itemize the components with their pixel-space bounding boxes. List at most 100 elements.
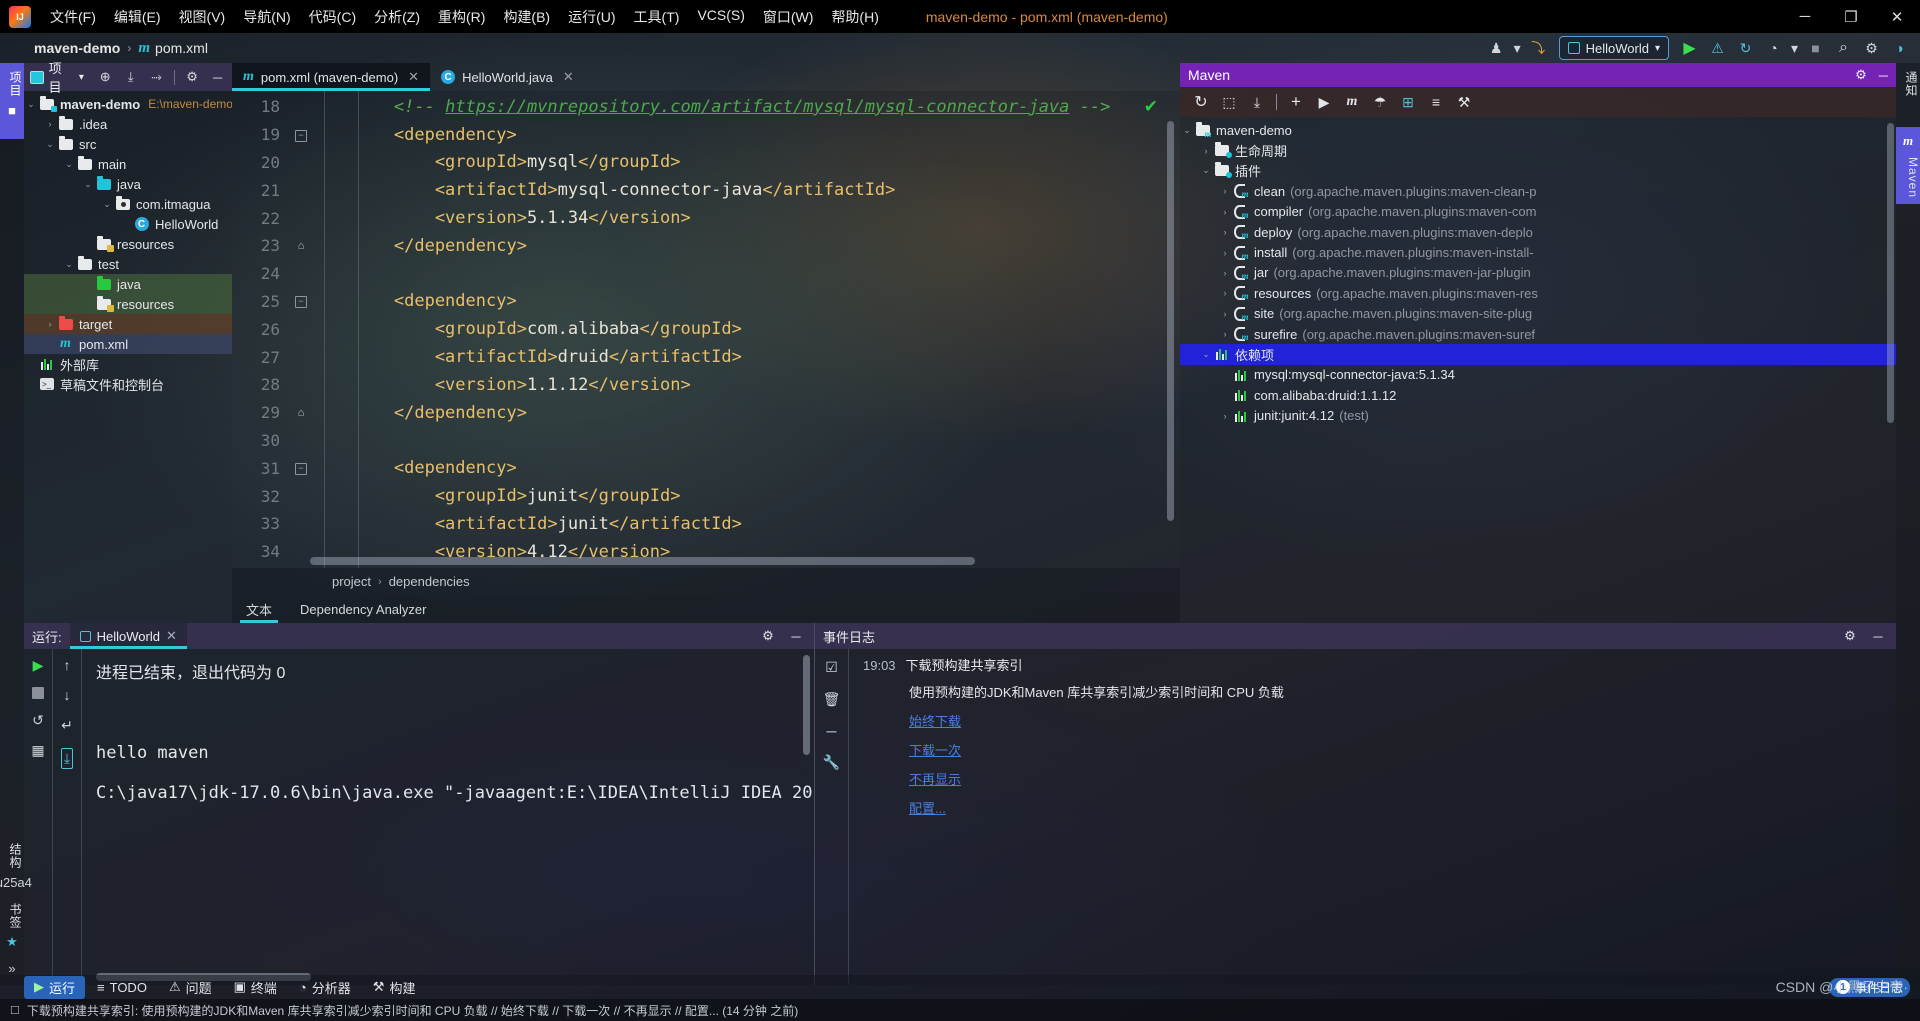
run-with-coverage-icon[interactable]: ↻ (1733, 36, 1758, 60)
menu-help[interactable]: 帮助(H) (822, 3, 887, 31)
tree-expand-arrow-icon[interactable]: › (1218, 411, 1232, 421)
rerun-failed-icon[interactable]: ↺ (32, 712, 44, 729)
menu-vcs[interactable]: VCS(S) (688, 3, 753, 31)
left-strip-structure-label[interactable]: 结构 (0, 835, 24, 869)
editor-tab-close-icon[interactable]: ✕ (408, 69, 419, 85)
right-strip-notifications-label[interactable]: 通知 (1896, 63, 1920, 97)
code-fold-icon[interactable]: − (290, 128, 312, 142)
maven-node-plugin-surefire[interactable]: › m surefire (org.apache.maven.plugins:mave… (1180, 324, 1896, 344)
tree-node-package[interactable]: ⌄ com.itmagua (24, 194, 232, 214)
menu-run[interactable]: 运行(U) (559, 3, 624, 31)
tree-expand-arrow-icon[interactable]: › (1218, 329, 1232, 339)
tree-node-maven-demo[interactable]: ⌄ maven-demo E:\maven-demo (24, 94, 232, 114)
right-strip-maven-section[interactable]: m Maven (1896, 127, 1920, 205)
tree-expand-arrow-icon[interactable]: › (1218, 227, 1232, 237)
editor-horizontal-scrollbar[interactable] (310, 557, 975, 565)
left-strip-project-section[interactable]: 项目 ■ (0, 63, 24, 139)
tree-node-helloworld[interactable]: C HelloWorld (24, 214, 232, 234)
breadcrumb-project[interactable]: maven-demo (34, 40, 120, 56)
tree-expand-arrow-icon[interactable]: › (1218, 268, 1232, 278)
tree-expand-arrow-icon[interactable]: › (1218, 248, 1232, 258)
tree-node-test-java[interactable]: java (24, 274, 232, 294)
maven-node-plugin-install[interactable]: › m install (org.apache.maven.plugins:maven… (1180, 242, 1896, 262)
maven-hide-icon[interactable]: ─ (1879, 68, 1888, 83)
menu-refactor[interactable]: 重构(R) (429, 3, 494, 31)
updates-icon[interactable]: ⤵ (1526, 36, 1551, 60)
close-button[interactable]: ✕ (1874, 0, 1920, 33)
maven-execute-goal-icon[interactable]: m (1339, 90, 1365, 114)
maven-node-dep-junit[interactable]: › junit:junit:4.12 (test) (1180, 405, 1896, 425)
maven-node-plugin-compiler[interactable]: › m compiler (org.apache.maven.plugins:mave… (1180, 202, 1896, 222)
menu-file[interactable]: 文件(F) (41, 3, 105, 31)
wrench-icon[interactable]: 🔧 (823, 754, 840, 771)
run-hide-icon[interactable]: ─ (786, 629, 806, 644)
tree-expand-arrow-icon[interactable]: ⌄ (43, 139, 57, 150)
maven-add-project-icon[interactable]: ⬚ (1216, 90, 1242, 114)
maven-download-sources-icon[interactable]: ⤓ (1244, 90, 1270, 114)
mark-all-read-icon[interactable]: ☑ (825, 659, 838, 676)
maven-reload-icon[interactable]: ↻ (1188, 90, 1214, 114)
maven-node-plugin-resources[interactable]: › m resources (org.apache.maven.plugins:mav… (1180, 283, 1896, 303)
code-fold-icon[interactable]: − (290, 461, 312, 476)
status-tab-run[interactable]: ▶ 运行 (24, 975, 86, 999)
stop-process-icon[interactable] (32, 687, 44, 699)
editor-tab-close-icon[interactable]: ✕ (563, 69, 574, 85)
account-icon[interactable]: ♟ (1484, 36, 1509, 60)
project-settings-gear-icon[interactable]: ⚙ (184, 69, 201, 85)
editor-bottom-tab-text[interactable]: 文本 (232, 595, 286, 623)
breadcrumb-file[interactable]: pom.xml (155, 40, 208, 56)
tree-expand-arrow-icon[interactable]: ⌄ (100, 199, 114, 210)
maven-panel-resizer[interactable] (1180, 63, 1185, 623)
event-log-action-link[interactable]: 不再显示 (909, 769, 1896, 788)
inspection-status-icon[interactable]: ✔ (1144, 97, 1158, 117)
run-configuration-selector[interactable]: HelloWorld ▾ (1558, 36, 1669, 60)
status-tab-todo[interactable]: ≡ TODO (87, 976, 157, 999)
maven-node-dep-mysql[interactable]: mysql:mysql-connector-java:5.1.34 (1180, 365, 1896, 385)
code-editor[interactable]: 18 <!-- https://mvnrepository.com/artifa… (232, 91, 1180, 568)
code-fold-icon[interactable]: ⌂ (290, 239, 312, 252)
stop-icon[interactable]: ■ (1803, 36, 1828, 60)
code-fold-icon[interactable]: ⌂ (290, 406, 312, 419)
tree-expand-arrow-icon[interactable]: › (1199, 146, 1213, 156)
maven-settings-icon[interactable]: ⚒ (1451, 90, 1477, 114)
expand-all-icon[interactable]: ⤓ (122, 69, 139, 85)
tree-expand-arrow-icon[interactable]: ⌄ (62, 159, 76, 170)
project-hide-icon[interactable]: ─ (209, 70, 226, 85)
scroll-up-icon[interactable]: ↑ (64, 657, 71, 673)
editor-vertical-scrollbar[interactable] (1167, 121, 1174, 521)
tree-expand-arrow-icon[interactable]: › (1218, 207, 1232, 217)
tree-node-main-resources[interactable]: resources (24, 234, 232, 254)
profiler-icon[interactable]: ◔ (1761, 36, 1786, 60)
run-tab-close-icon[interactable]: ✕ (166, 628, 177, 644)
maven-node-project[interactable]: ⌄ m maven-demo (1180, 120, 1896, 140)
account-chevron-down-icon[interactable]: ▾ (1512, 36, 1523, 60)
tree-node-idea[interactable]: › .idea (24, 114, 232, 134)
rerun-icon[interactable]: ▶ (33, 657, 44, 674)
tree-expand-arrow-icon[interactable]: › (1218, 309, 1232, 319)
status-tab-profiler[interactable]: ◔ 分析器 (289, 976, 361, 999)
status-tab-problems[interactable]: ⚠ 问题 (159, 976, 222, 999)
menu-code[interactable]: 代码(C) (300, 3, 365, 31)
search-icon[interactable]: ⌕ (1831, 36, 1856, 60)
maximize-button[interactable]: ❐ (1828, 0, 1874, 33)
breadcrumb-project[interactable]: project (332, 574, 371, 589)
maven-node-plugin-jar[interactable]: › m jar (org.apache.maven.plugins:maven-jar… (1180, 263, 1896, 283)
tree-expand-arrow-icon[interactable]: ⌄ (62, 259, 76, 270)
run-settings-gear-icon[interactable]: ⚙ (758, 628, 778, 644)
tree-node-main-java[interactable]: ⌄ java (24, 174, 232, 194)
tree-node-scratches[interactable]: >_ 草稿文件和控制台 (24, 374, 232, 394)
editor-tab-helloworld[interactable]: C HelloWorld.java ✕ (430, 63, 585, 91)
delete-icon[interactable]: 🗑 (823, 691, 841, 708)
maven-node-lifecycle[interactable]: › 生命周期 (1180, 140, 1896, 160)
maven-node-plugins[interactable]: ⌄ 插件 (1180, 161, 1896, 181)
menu-view[interactable]: 视图(V) (170, 3, 235, 31)
event-log-action-link[interactable]: 下载一次 (909, 740, 1896, 759)
code-fold-icon[interactable]: − (290, 294, 312, 309)
collapse-icon[interactable]: ─ (827, 723, 837, 739)
run-icon[interactable]: ▶ (1677, 36, 1702, 60)
settings-gear-icon[interactable]: ⚙ (1859, 36, 1884, 60)
tree-expand-arrow-icon[interactable]: ⌄ (1199, 349, 1213, 360)
tree-node-test[interactable]: ⌄ test (24, 254, 232, 274)
tree-expand-arrow-icon[interactable]: › (43, 119, 57, 129)
tree-node-src[interactable]: ⌄ src (24, 134, 232, 154)
